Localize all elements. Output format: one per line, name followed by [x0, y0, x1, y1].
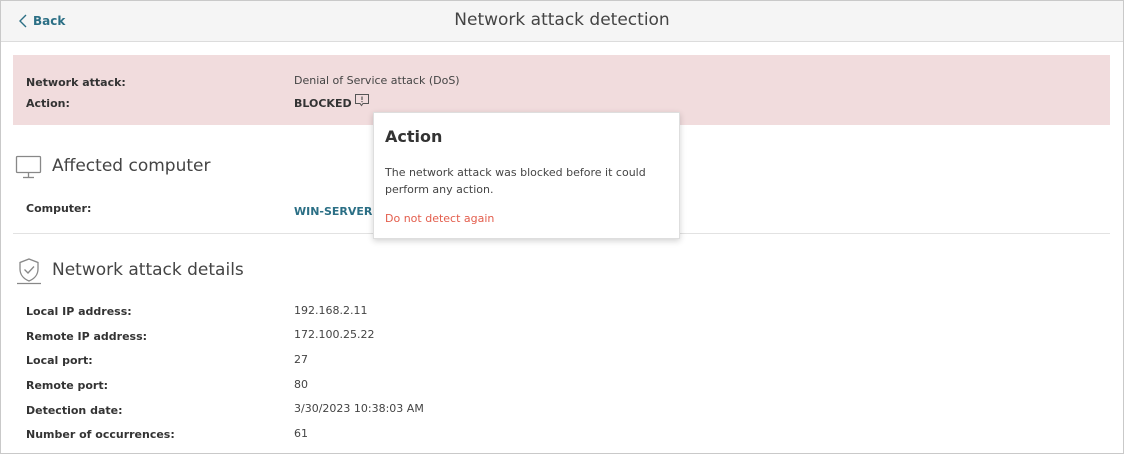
monitor-icon [15, 155, 42, 179]
network-attack-value: Denial of Service attack (DoS) [294, 74, 460, 87]
detection-date-value: 3/30/2023 10:38:03 AM [294, 402, 424, 415]
action-value: BLOCKED [294, 97, 352, 110]
computer-label: Computer: [26, 202, 92, 215]
computer-link[interactable]: WIN-SERVER-2 [294, 205, 385, 218]
remote-ip-label: Remote IP address: [26, 330, 148, 343]
remote-port-label: Remote port: [26, 379, 109, 392]
window-frame: Back Network attack detection Network at… [0, 0, 1124, 454]
action-popover: Action The network attack was blocked be… [373, 112, 680, 239]
occurrences-value: 61 [294, 427, 308, 440]
popover-title: Action [385, 127, 443, 146]
shield-check-icon [17, 258, 41, 285]
local-ip-label: Local IP address: [26, 305, 132, 318]
remote-port-value: 80 [294, 378, 308, 391]
popover-text: The network attack was blocked before it… [385, 166, 646, 196]
remote-ip-value: 172.100.25.22 [294, 328, 375, 341]
occurrences-label: Number of occurrences: [26, 428, 175, 441]
local-port-value: 27 [294, 353, 308, 366]
action-label: Action: [26, 97, 70, 110]
header-bar: Back Network attack detection [1, 1, 1123, 42]
affected-computer-title: Affected computer [52, 156, 211, 176]
page-title: Network attack detection [454, 10, 670, 30]
network-attack-label: Network attack: [26, 76, 126, 89]
local-ip-value: 192.168.2.11 [294, 304, 368, 317]
detection-date-label: Detection date: [26, 404, 123, 417]
attack-details-title: Network attack details [52, 260, 244, 280]
do-not-detect-again-link[interactable]: Do not detect again [385, 212, 494, 225]
info-icon[interactable] [354, 93, 370, 107]
local-port-label: Local port: [26, 354, 93, 367]
